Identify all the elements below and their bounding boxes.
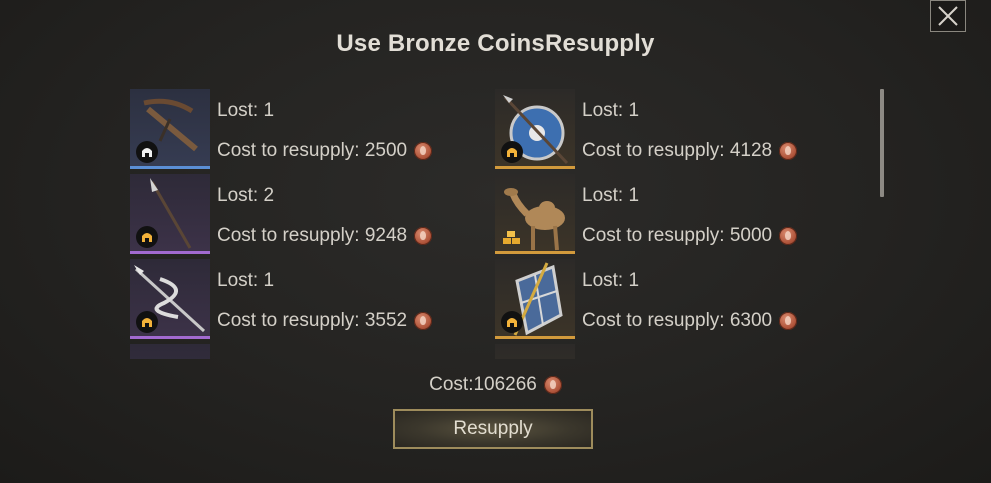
lost-count: Lost: 2 — [217, 185, 275, 206]
resupply-cost-text: Cost to resupply: 3552 — [217, 310, 408, 331]
resupply-button[interactable]: Resupply — [393, 409, 593, 449]
resupply-cost-text: Cost to resupply: 9248 — [217, 225, 408, 246]
dialog-title: Use Bronze CoinsResupply — [336, 30, 655, 57]
helmet-badge — [501, 141, 523, 163]
helmet-badge — [501, 311, 523, 333]
helmet-badge — [136, 141, 158, 163]
lost-count: Lost: 1 — [217, 100, 275, 121]
list-item[interactable]: Lost: 1 Cost to resupply: 5000 — [495, 174, 860, 254]
resupply-cost: Cost to resupply: 2500 — [217, 140, 433, 162]
lost-count: Lost: 1 — [582, 185, 640, 206]
bronze-coin-icon — [414, 142, 433, 160]
resupply-cost: Cost to resupply: 6300 — [582, 310, 798, 332]
unit-portrait — [130, 174, 210, 254]
bronze-coin-icon — [779, 142, 798, 160]
resupply-cost: Cost to resupply: 3552 — [217, 310, 433, 332]
total-cost: Cost:106266 — [0, 374, 991, 396]
bronze-coin-icon — [543, 376, 562, 394]
total-cost-text: Cost:106266 — [429, 374, 537, 395]
helmet-badge — [136, 226, 158, 248]
unit-portrait — [130, 344, 210, 359]
bronze-coin-icon — [779, 227, 798, 245]
bronze-coin-icon — [779, 312, 798, 330]
helmet-badge — [136, 311, 158, 333]
resupply-cost: Cost to resupply: 5000 — [582, 225, 798, 247]
gold-bars-icon — [503, 231, 520, 244]
helmet-icon — [142, 318, 152, 327]
resupply-cost-text: Cost to resupply: 4128 — [582, 140, 773, 161]
helmet-icon — [507, 318, 517, 327]
list-item[interactable]: Lost: 1 Cost to resupply: 6300 — [495, 259, 860, 339]
resupply-cost-text: Cost to resupply: 5000 — [582, 225, 773, 246]
unit-portrait — [495, 89, 575, 169]
resupply-cost: Cost to resupply: 4128 — [582, 140, 798, 162]
close-icon — [938, 6, 958, 26]
lost-count: Lost: 1 — [582, 270, 640, 291]
scrollbar-thumb[interactable] — [880, 89, 884, 197]
unit-portrait — [495, 259, 575, 339]
list-item[interactable]: Lost: 1 Cost to resupply: 3552 — [130, 259, 495, 339]
unit-portrait — [495, 344, 575, 359]
lost-count: Lost: 1 — [217, 270, 275, 291]
close-button[interactable] — [930, 0, 966, 32]
unit-portrait — [495, 174, 575, 254]
helmet-icon — [142, 233, 152, 242]
lost-count: Lost: 1 — [582, 100, 640, 121]
helmet-icon — [142, 148, 152, 157]
helmet-icon — [507, 148, 517, 157]
list-item[interactable]: Lost: 1 Cost to resupply: 4128 — [495, 89, 860, 169]
list-item[interactable]: Lost: 2 Cost to resupply: 9248 — [130, 174, 495, 254]
list-item-partial[interactable] — [495, 344, 860, 359]
unit-portrait — [130, 259, 210, 339]
unit-portrait — [130, 89, 210, 169]
resupply-cost-text: Cost to resupply: 6300 — [582, 310, 773, 331]
list-item-partial[interactable] — [130, 344, 495, 359]
list-item[interactable]: Lost: 1 Cost to resupply: 2500 — [130, 89, 495, 169]
bronze-coin-icon — [414, 227, 433, 245]
gold-bars-badge — [501, 226, 523, 248]
bronze-coin-icon — [414, 312, 433, 330]
resupply-cost: Cost to resupply: 9248 — [217, 225, 433, 247]
resupply-list[interactable]: Lost: 1 Cost to resupply: 2500 Lost: 1 C… — [130, 89, 870, 359]
resupply-cost-text: Cost to resupply: 2500 — [217, 140, 408, 161]
